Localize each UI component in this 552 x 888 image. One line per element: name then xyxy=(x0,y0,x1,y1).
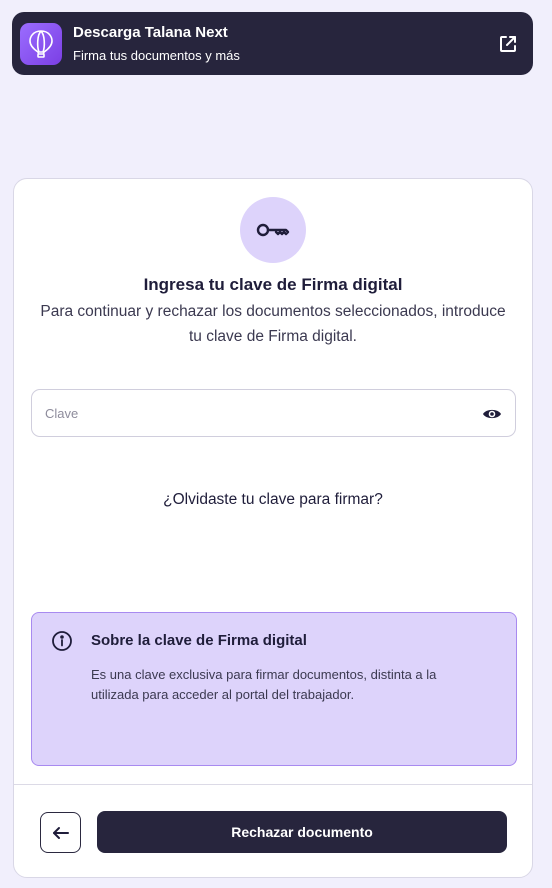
password-field[interactable] xyxy=(31,389,516,437)
info-title: Sobre la clave de Firma digital xyxy=(91,632,307,649)
key-icon-badge xyxy=(240,197,306,263)
info-icon xyxy=(51,630,73,652)
footer-divider xyxy=(14,784,532,785)
banner-subtitle: Firma tus documentos y más xyxy=(73,47,240,63)
page-description: Para continuar y rechazar los documentos… xyxy=(40,303,506,345)
password-input[interactable] xyxy=(45,405,445,421)
external-link-icon[interactable] xyxy=(497,33,519,55)
forgot-password-link[interactable]: ¿Olvidaste tu clave para firmar? xyxy=(14,491,532,509)
hot-air-balloon-icon xyxy=(20,22,62,65)
page-title: Ingresa tu clave de Firma digital xyxy=(143,275,403,294)
reject-document-button[interactable]: Rechazar documento xyxy=(97,811,507,853)
info-text: Es una clave exclusiva para firmar docum… xyxy=(91,667,437,702)
signature-card: Ingresa tu clave de Firma digital Para c… xyxy=(13,178,533,878)
arrow-left-icon xyxy=(52,826,69,839)
banner-text: Descarga Talana Next Firma tus documento… xyxy=(73,23,240,65)
banner-title: Descarga Talana Next xyxy=(73,23,228,41)
info-box: Sobre la clave de Firma digital Es una c… xyxy=(31,612,517,766)
key-icon xyxy=(256,223,290,237)
eye-icon[interactable] xyxy=(482,404,502,424)
app-download-banner[interactable]: Descarga Talana Next Firma tus documento… xyxy=(12,12,533,75)
back-button[interactable] xyxy=(40,812,81,853)
